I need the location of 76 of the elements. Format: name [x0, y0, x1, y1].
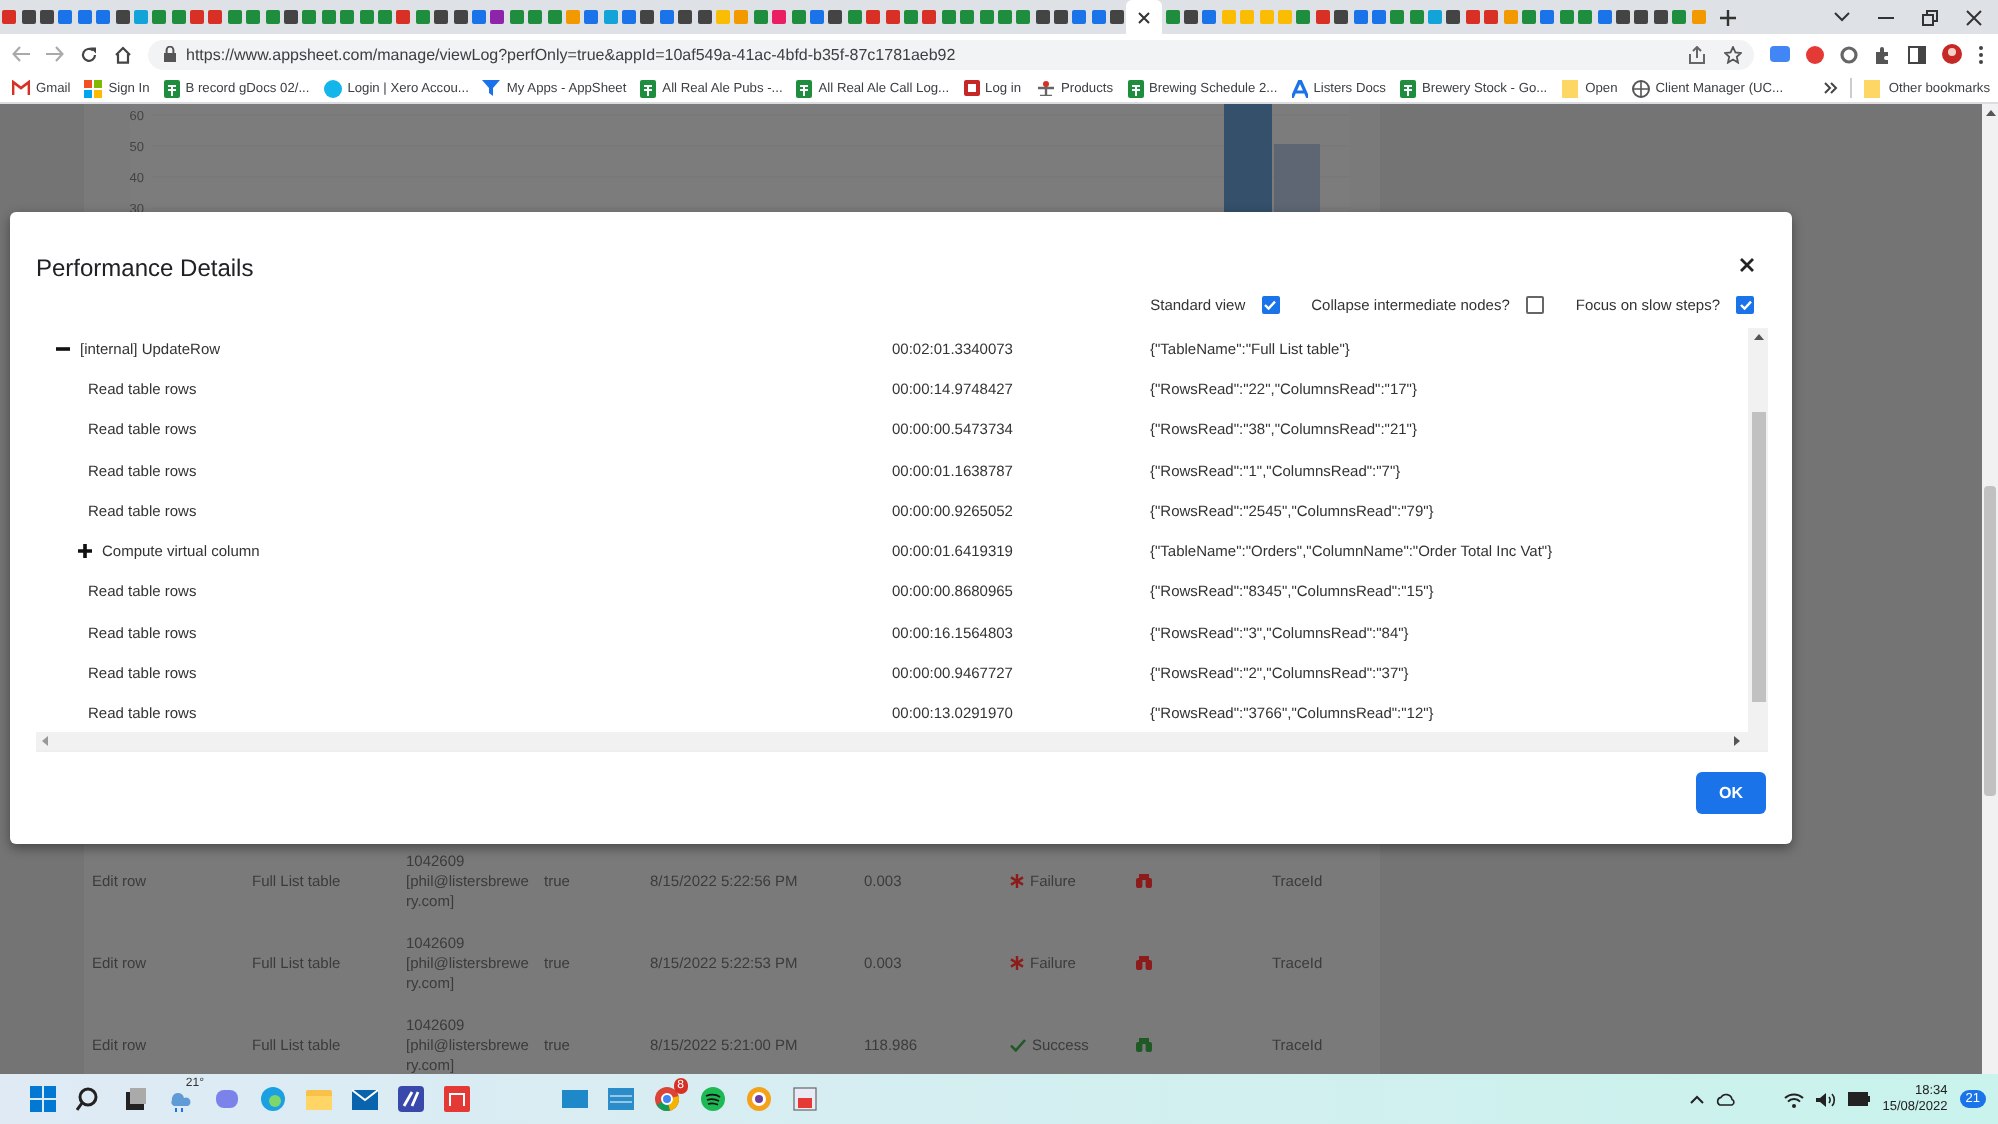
checkbox[interactable]	[1736, 296, 1754, 314]
puzzle-icon[interactable]	[1874, 45, 1892, 63]
scrollbar[interactable]	[1982, 104, 1998, 1074]
battery-icon[interactable]	[1848, 1092, 1871, 1106]
scroll-up-icon[interactable]	[1985, 110, 1995, 116]
dialog-title: Performance Details	[36, 253, 254, 281]
chevron-up-icon[interactable]	[1690, 1094, 1705, 1104]
asterisk-icon	[1010, 874, 1024, 888]
restore-icon[interactable]	[1922, 9, 1938, 25]
scrollbar[interactable]	[36, 732, 1768, 750]
close-icon[interactable]	[1966, 9, 1982, 25]
reload-icon[interactable]	[80, 45, 98, 63]
folder-icon	[1561, 79, 1580, 97]
volume-icon[interactable]	[1816, 1091, 1837, 1107]
close-icon	[1740, 258, 1754, 272]
sidebar-icon[interactable]	[1908, 45, 1926, 63]
app-icon[interactable]	[398, 1086, 424, 1112]
address-bar[interactable]: https://www.appsheet.com/manage/viewLog?perfOnly=true&appId=10af549a-41ac-4bfd-b35f-87c1781aeb92	[148, 39, 1754, 69]
chevron-right-icon[interactable]	[1824, 82, 1839, 94]
app-icon[interactable]	[746, 1086, 772, 1112]
collapse-icon[interactable]	[56, 341, 70, 356]
home-icon[interactable]	[114, 45, 132, 63]
windows-icon[interactable]	[30, 1086, 56, 1112]
lock-icon	[164, 46, 176, 62]
cloud-icon[interactable]	[1716, 1092, 1737, 1106]
close-icon[interactable]	[1138, 11, 1151, 23]
letter-icon	[1291, 79, 1308, 97]
scroll-right-icon[interactable]	[1734, 736, 1740, 746]
scale-icon	[1035, 80, 1055, 96]
minimize-icon[interactable]	[1878, 15, 1894, 19]
asterisk-icon	[1010, 956, 1024, 970]
square-icon	[963, 80, 980, 96]
scroll-left-icon[interactable]	[42, 736, 48, 746]
sheet-icon	[1127, 79, 1144, 97]
folder-icon	[1864, 79, 1883, 97]
sheet-icon	[796, 79, 813, 97]
chat-icon[interactable]	[214, 1086, 240, 1112]
close-button[interactable]	[1740, 258, 1754, 272]
music-icon[interactable]	[700, 1086, 726, 1112]
sheet-icon	[1399, 79, 1416, 97]
expand-icon[interactable]	[78, 544, 92, 559]
circle-icon	[323, 79, 342, 97]
browser-tab[interactable]	[1126, 0, 1163, 34]
binoculars-icon[interactable]	[1136, 874, 1152, 888]
edge-icon[interactable]	[260, 1086, 286, 1112]
mail-icon[interactable]	[352, 1086, 378, 1112]
search-icon[interactable]	[76, 1086, 102, 1112]
forward-icon[interactable]	[46, 46, 64, 62]
windows-icon	[84, 79, 103, 97]
sheet-icon	[163, 79, 180, 97]
chrome-icon[interactable]	[654, 1086, 680, 1112]
plus-icon[interactable]	[1719, 9, 1736, 25]
wifi-icon[interactable]	[1784, 1091, 1805, 1107]
ok-button[interactable]: OK	[1696, 772, 1766, 814]
globe-icon	[1631, 79, 1650, 97]
app-icon[interactable]	[444, 1086, 470, 1112]
menu-icon[interactable]	[1978, 45, 1984, 63]
mail-icon	[12, 80, 30, 96]
share-icon[interactable]	[1688, 45, 1706, 63]
back-icon[interactable]	[12, 46, 30, 62]
avatar-icon[interactable]	[1942, 44, 1962, 64]
sheet-icon	[640, 79, 657, 97]
chevron-down-icon[interactable]	[1834, 12, 1850, 22]
scroll-up-icon[interactable]	[1753, 334, 1763, 340]
binoculars-icon[interactable]	[1136, 1038, 1152, 1052]
app-icon[interactable]	[792, 1086, 818, 1112]
url-text: https://www.appsheet.com/manage/viewLog?perfOnly=true&appId=10af549a-41ac-4bfd-b35f-87c1781aeb92	[186, 45, 956, 63]
binoculars-icon[interactable]	[1136, 956, 1152, 970]
funnel-icon	[482, 80, 501, 96]
task-view-icon[interactable]	[122, 1086, 148, 1112]
checkbox[interactable]	[1261, 296, 1280, 314]
scrollbar[interactable]	[1748, 328, 1768, 732]
check-icon	[1010, 1038, 1026, 1052]
app-icon[interactable]	[562, 1086, 588, 1112]
checkbox[interactable]	[1525, 296, 1544, 314]
star-icon[interactable]	[1724, 45, 1742, 63]
